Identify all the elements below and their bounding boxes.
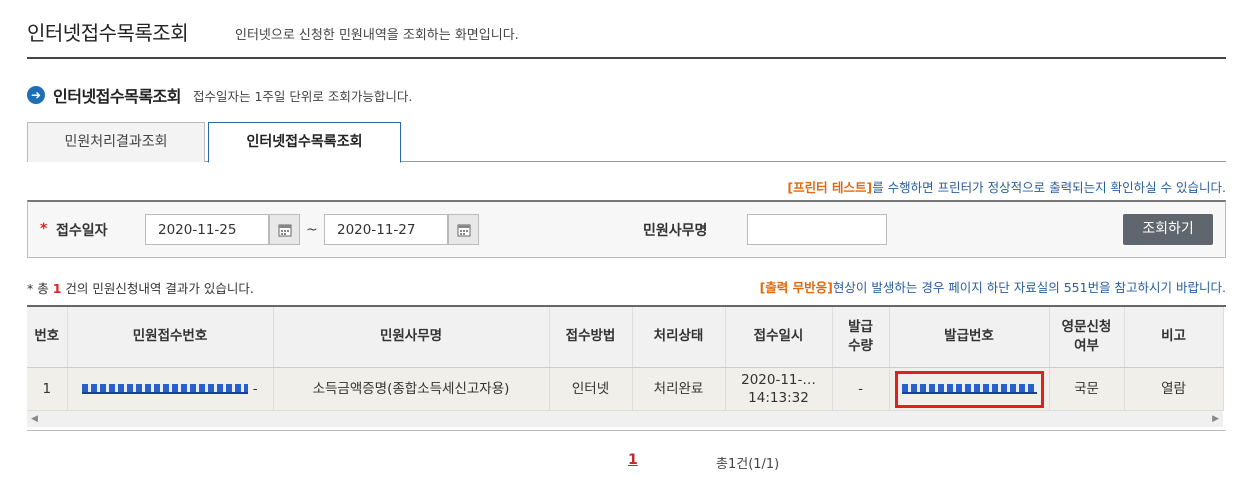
col-header-method: 접수방법	[549, 307, 633, 368]
cell-quantity: -	[832, 367, 890, 411]
date-from-input[interactable]: 2020-11-25	[145, 214, 269, 245]
date-label: 접수일자	[56, 223, 108, 239]
col-header-english: 영문신청 여부	[1049, 307, 1125, 368]
result-count-number: 1	[52, 281, 62, 296]
result-count: * 총 1 건의 민원신청내역 결과가 있습니다.	[27, 278, 254, 297]
required-mark: *	[40, 221, 48, 237]
printer-test-link[interactable]: [프린터 테스트]	[787, 180, 872, 195]
result-table: 번호 민원접수번호 민원사무명 접수방법 처리상태 접수일시 발급 수량 발급번호…	[27, 307, 1224, 411]
masked-issue-number[interactable]	[901, 384, 1037, 395]
col-header-date: 접수일시	[725, 307, 833, 368]
result-prefix: * 총	[27, 281, 49, 296]
horizontal-scrollbar[interactable]: ◀ ▶	[27, 410, 1223, 427]
col-header-remark: 비고	[1124, 307, 1224, 368]
date-line-2: 14:13:32	[748, 390, 809, 407]
cell-receipt-no[interactable]: -	[67, 367, 274, 411]
date-to-input[interactable]: 2020-11-27	[324, 214, 448, 245]
output-notice-highlight: [출력 무반응]	[759, 280, 833, 295]
scroll-right-icon[interactable]: ▶	[1212, 414, 1219, 424]
tab-internet-receipt-list[interactable]: 인터넷접수목록조회	[208, 122, 401, 163]
col-header-status: 처리상태	[632, 307, 726, 368]
table-row: 1 - 소득금액증명(종합소득세신고자용) 인터넷 처리완료 2020-11-……	[27, 367, 1224, 411]
receipt-suffix: -	[252, 381, 258, 398]
page-total: 총1건(1/1)	[716, 457, 780, 472]
cell-issue-no[interactable]	[889, 367, 1050, 411]
result-table-container: 번호 민원접수번호 민원사무명 접수방법 처리상태 접수일시 발급 수량 발급번호…	[27, 305, 1226, 427]
page-title: 인터넷접수목록조회	[27, 21, 189, 45]
section-note: 접수일자는 1주일 단위로 조회가능합니다.	[192, 88, 413, 104]
scroll-left-icon[interactable]: ◀	[31, 414, 38, 424]
section-header: ➜ 인터넷접수목록조회 접수일자는 1주일 단위로 조회가능합니다.	[27, 84, 412, 106]
masked-receipt-number[interactable]	[82, 384, 249, 395]
calendar-icon[interactable]	[269, 214, 300, 245]
arrow-circle-icon: ➜	[27, 86, 45, 104]
office-name-label: 민원사무명	[643, 223, 708, 239]
printer-notice-text: 를 수행하면 프린터가 정상적으로 출력되는지 확인하실 수 있습니다.	[872, 180, 1226, 195]
col-header-issue-no: 발급번호	[889, 307, 1050, 368]
page-description: 인터넷으로 신청한 민원내역을 조회하는 화면입니다.	[235, 28, 519, 43]
cell-status: 처리완료	[632, 367, 726, 411]
result-suffix: 건의 민원신청내역 결과가 있습니다.	[65, 281, 254, 296]
cell-method: 인터넷	[549, 367, 633, 411]
table-divider	[27, 430, 1226, 431]
output-notice: [출력 무반응]현상이 발생하는 경우 페이지 하단 자료실의 551번을 참고…	[760, 277, 1226, 296]
tab-bar: 민원처리결과조회 인터넷접수목록조회	[27, 122, 1226, 163]
search-panel: * 접수일자 2020-11-25 ~ 2020-11-27 민원사무명 조회하…	[27, 200, 1226, 258]
calendar-icon[interactable]	[448, 214, 479, 245]
page-number-current[interactable]: 1	[628, 452, 638, 468]
printer-notice: [프린터 테스트]를 수행하면 프린터가 정상적으로 출력되는지 확인하실 수 …	[787, 177, 1226, 196]
cell-remark[interactable]: 열람	[1124, 367, 1224, 411]
output-notice-text: 현상이 발생하는 경우 페이지 하단 자료실의 551번을 참고하시기 바랍니다…	[832, 280, 1226, 295]
office-name-input[interactable]	[747, 214, 887, 245]
col-header-no: 번호	[27, 307, 68, 368]
cell-date: 2020-11-… 14:13:32	[725, 367, 833, 411]
date-range-separator: ~	[306, 222, 318, 238]
table-header-row: 번호 민원접수번호 민원사무명 접수방법 처리상태 접수일시 발급 수량 발급번호…	[27, 307, 1224, 368]
issue-number-highlight[interactable]	[894, 370, 1044, 408]
col-header-quantity: 발급 수량	[832, 307, 890, 368]
search-button[interactable]: 조회하기	[1123, 214, 1213, 245]
col-header-receipt-no: 민원접수번호	[67, 307, 274, 368]
date-line-1: 2020-11-…	[741, 372, 816, 389]
section-title: 인터넷접수목록조회	[53, 87, 181, 106]
tab-result-inquiry[interactable]: 민원처리결과조회	[27, 122, 205, 162]
page-header: 인터넷접수목록조회 인터넷으로 신청한 민원내역을 조회하는 화면입니다.	[27, 14, 1226, 59]
col-header-office-name: 민원사무명	[273, 307, 550, 368]
cell-no: 1	[27, 367, 68, 411]
cell-language: 국문	[1049, 367, 1125, 411]
cell-office-name: 소득금액증명(종합소득세신고자용)	[273, 367, 550, 411]
